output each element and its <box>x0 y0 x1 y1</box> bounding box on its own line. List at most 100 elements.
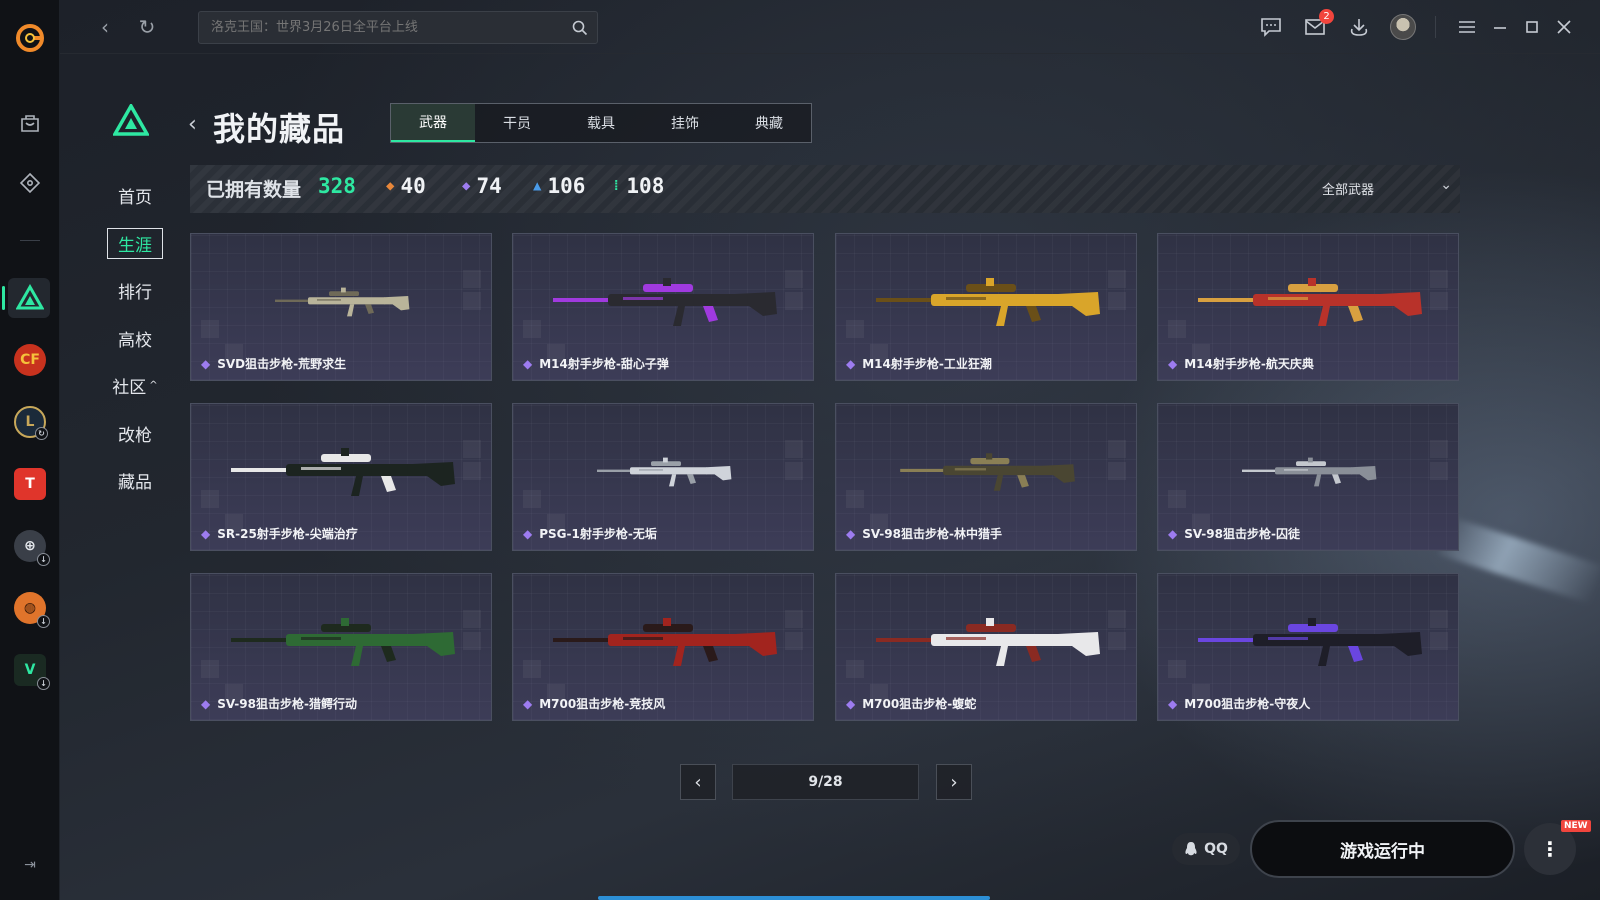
active-game-marker <box>2 286 5 310</box>
collection-item-card[interactable]: ◆ SV-98狙击步枪-猎鳄行动 <box>190 573 492 721</box>
tab-operators[interactable]: 干员 <box>475 104 559 142</box>
collection-item-card[interactable]: ◆ M700狙击步枪-守夜人 <box>1157 573 1459 721</box>
collection-item-card[interactable]: ◆ M14射手步枪-航天庆典 <box>1157 233 1459 381</box>
next-page-button[interactable]: › <box>936 764 972 800</box>
item-name-text: SV-98狙击步枪-猎鳄行动 <box>217 697 357 711</box>
rifle-image-icon <box>597 457 732 487</box>
purple-diamond-icon: ◆ <box>1168 356 1178 371</box>
back-icon[interactable]: ‹ <box>92 14 118 40</box>
tf-game-icon[interactable]: T <box>14 468 46 500</box>
item-name: ◆ SVD狙击步枪-荒野求生 <box>201 355 346 372</box>
page-back-icon[interactable]: ‹ <box>188 112 202 137</box>
tag-icon[interactable] <box>14 167 46 199</box>
download-icon[interactable] <box>1346 14 1372 40</box>
tab-vehicles[interactable]: 载具 <box>559 104 643 142</box>
basketball-game-icon[interactable]: ◍ ↓ <box>14 592 50 628</box>
download-badge-icon: ↻ <box>35 427 48 440</box>
side-item-gunsmith[interactable]: 改枪 <box>100 410 170 458</box>
rifle-image-icon <box>553 618 777 666</box>
purple-diamond-icon: ◆ <box>523 526 533 541</box>
side-nav: 首页 生涯 排行 高校 社区 ^ 改枪 藏品 <box>100 172 170 505</box>
mail-icon[interactable]: 2 <box>1302 9 1334 40</box>
rail-divider <box>20 240 40 241</box>
weapon-filter-label: 全部武器 <box>1322 183 1375 198</box>
side-item-community[interactable]: 社区 ^ <box>100 362 170 410</box>
purple-diamond-icon: ◆ <box>1168 526 1178 541</box>
green-v-game-icon[interactable]: V ↓ <box>14 654 50 690</box>
league-game-icon[interactable]: L ↻ <box>14 406 48 440</box>
search-input[interactable] <box>199 12 559 43</box>
collection-item-card[interactable]: ◆ SV-98狙击步枪-囚徒 <box>1157 403 1459 551</box>
purple-diamond-icon: ◆ <box>201 526 211 541</box>
side-item-home[interactable]: 首页 <box>100 172 170 220</box>
item-name: ◆ SV-98狙击步枪-囚徒 <box>1168 525 1300 542</box>
collection-item-card[interactable]: ◆ SV-98狙击步枪-林中猎手 <box>835 403 1137 551</box>
tab-weapons[interactable]: 武器 <box>391 104 475 142</box>
collection-item-card[interactable]: ◆ M14射手步枪-甜心子弹 <box>512 233 814 381</box>
download-badge-icon: ↓ <box>37 553 50 566</box>
menu-icon[interactable] <box>1454 14 1480 40</box>
delta-force-logo-icon <box>111 102 151 136</box>
item-name: ◆ SR-25射手步枪-尖端治疗 <box>201 525 358 542</box>
item-name: ◆ M14射手步枪-航天庆典 <box>1168 355 1314 372</box>
left-rail: CF L ↻ T ⊕ ↓ ◍ ↓ V ↓ ⇥ <box>0 0 60 900</box>
refresh-icon[interactable]: ↻ <box>134 14 160 40</box>
side-item-college[interactable]: 高校 <box>100 315 170 363</box>
item-name-text: PSG-1射手步枪-无垢 <box>539 527 657 541</box>
qq-button[interactable]: QQ <box>1172 833 1240 865</box>
mail-badge: 2 <box>1319 9 1334 24</box>
purple-diamond-icon: ◆ <box>201 696 211 711</box>
prev-page-button[interactable]: ‹ <box>680 764 716 800</box>
item-name: ◆ PSG-1射手步枪-无垢 <box>523 525 657 542</box>
purple-diamond-icon: ◆ <box>846 696 856 711</box>
collection-item-card[interactable]: ◆ M14射手步枪-工业狂潮 <box>835 233 1137 381</box>
collection-item-card[interactable]: ◆ M700狙击步枪-竞技风 <box>512 573 814 721</box>
item-name-text: M14射手步枪-甜心子弹 <box>539 357 669 371</box>
purple-diamond-icon: ◆ <box>462 178 471 194</box>
side-item-collection[interactable]: 藏品 <box>100 457 170 505</box>
progress-indicator-line <box>598 896 990 900</box>
side-item-career[interactable]: 生涯 <box>100 220 170 268</box>
rarity-purple-count: ◆ 74 <box>462 174 502 198</box>
rifle-image-icon <box>876 618 1100 666</box>
tab-charms[interactable]: 挂饰 <box>643 104 727 142</box>
minimize-icon[interactable] <box>1487 14 1513 40</box>
chevron-down-icon: ⌄ <box>1440 177 1452 193</box>
chevron-left-icon: ‹ <box>694 771 702 793</box>
close-icon[interactable] <box>1551 14 1577 40</box>
search-box[interactable] <box>198 11 598 44</box>
item-name: ◆ M14射手步枪-甜心子弹 <box>523 355 669 372</box>
chevron-right-icon: › <box>950 771 958 793</box>
side-item-ranking[interactable]: 排行 <box>100 267 170 315</box>
item-name: ◆ M700狙击步枪-守夜人 <box>1168 695 1310 712</box>
owned-total: 328 <box>318 174 356 198</box>
tab-archives[interactable]: 典藏 <box>727 104 811 142</box>
maximize-icon[interactable] <box>1519 14 1545 40</box>
collapse-sidebar-icon[interactable]: ⇥ <box>20 855 40 875</box>
delta-force-game-icon[interactable] <box>14 282 46 314</box>
crossfire-game-icon[interactable]: CF <box>14 344 46 376</box>
app-logo-icon[interactable] <box>14 22 46 54</box>
rifle-image-icon <box>231 448 455 496</box>
chat-icon[interactable] <box>1258 14 1284 40</box>
chevron-up-icon: ^ <box>149 380 158 392</box>
item-name-text: M700狙击步枪-竞技风 <box>539 697 666 711</box>
weapon-filter-dropdown[interactable]: 全部武器 ⌄ <box>1322 177 1452 198</box>
game-running-button[interactable]: 游戏运行中 <box>1250 820 1515 878</box>
side-item-career-label: 生涯 <box>107 227 163 259</box>
search-icon[interactable] <box>571 19 589 37</box>
avatar[interactable] <box>1390 14 1416 40</box>
item-name: ◆ M700狙击步枪-竞技风 <box>523 695 665 712</box>
item-name-text: M700狙击步枪-蝮蛇 <box>862 697 977 711</box>
rarity-green-count: ⁞ 108 <box>612 174 665 198</box>
owned-label: 已拥有数量 <box>206 179 302 201</box>
collection-item-card[interactable]: ◆ M700狙击步枪-蝮蛇 <box>835 573 1137 721</box>
store-bag-icon[interactable] <box>14 107 46 139</box>
collection-item-card[interactable]: ◆ SR-25射手步枪-尖端治疗 <box>190 403 492 551</box>
item-name-text: SV-98狙击步枪-林中猎手 <box>862 527 1002 541</box>
rifle-image-icon <box>553 278 777 326</box>
cf-hd-game-icon[interactable]: ⊕ ↓ <box>14 530 50 566</box>
collection-item-card[interactable]: ◆ SVD狙击步枪-荒野求生 <box>190 233 492 381</box>
collection-item-card[interactable]: ◆ PSG-1射手步枪-无垢 <box>512 403 814 551</box>
orange-diamond-icon: ◆ <box>386 178 395 194</box>
